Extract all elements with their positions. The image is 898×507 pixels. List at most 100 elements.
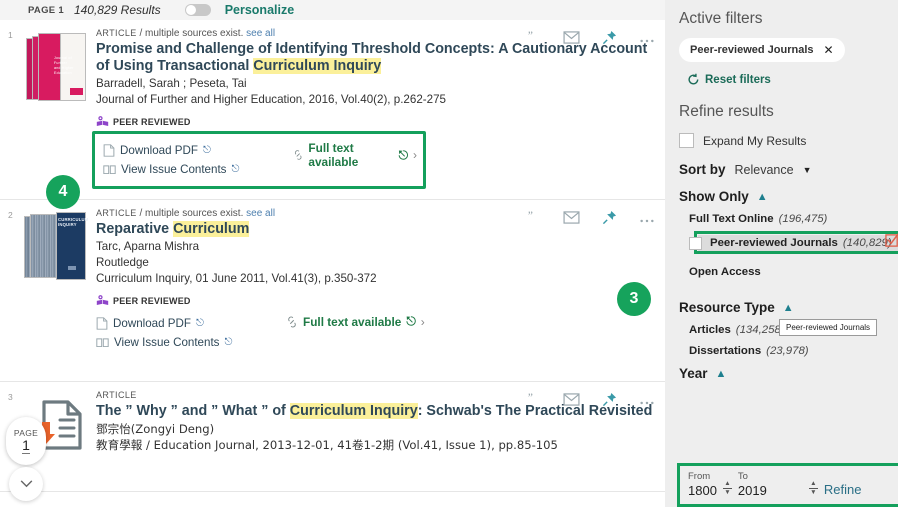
- year-refine-button[interactable]: Refine: [824, 482, 862, 497]
- chevron-up-icon[interactable]: ▲: [757, 191, 768, 203]
- facet-label: Dissertations: [689, 345, 762, 357]
- cite-quote-icon[interactable]: ”: [527, 209, 541, 230]
- year-from-label: From: [688, 471, 711, 482]
- personalize-toggle[interactable]: [184, 4, 211, 16]
- page-scroll-indicator[interactable]: PAGE 1: [6, 417, 46, 501]
- full-text-available-link[interactable]: Full text available ⎋ ›: [286, 314, 425, 329]
- stepper-down-icon[interactable]: ▼: [724, 489, 730, 496]
- resource-type-label: ARTICLE: [96, 390, 137, 400]
- result-publisher: Routledge: [96, 256, 149, 269]
- view-issue-contents-link[interactable]: View Issue Contents ⎋: [103, 160, 293, 179]
- result-action-icons: ”: [527, 29, 655, 50]
- year-to-value[interactable]: 2019: [738, 483, 767, 498]
- more-options-icon[interactable]: [639, 211, 655, 229]
- result-source: 教育學報 / Education Journal, 2013-12-01, 41…: [96, 438, 558, 452]
- year-section-header[interactable]: Year ▲: [679, 366, 898, 381]
- pin-icon[interactable]: [602, 392, 617, 412]
- result-thumbnail[interactable]: Journal of Further and Higher Education: [24, 28, 96, 191]
- full-text-label: Full text available: [308, 141, 359, 169]
- year-to-stepper[interactable]: ▲ ▼: [808, 480, 818, 496]
- page-indicator-label: PAGE 1: [28, 4, 64, 16]
- facet-dissertations[interactable]: Dissertations (23,978): [689, 345, 898, 357]
- chevron-up-icon[interactable]: ▲: [783, 302, 794, 314]
- sort-by-label: Sort by: [679, 162, 726, 177]
- facet-peer-reviewed-journals[interactable]: Peer-reviewed Journals (140,829): [689, 231, 898, 254]
- email-icon[interactable]: [563, 393, 580, 411]
- stepper-down-icon[interactable]: ▼: [810, 489, 816, 496]
- page-down-button[interactable]: [9, 467, 43, 501]
- results-topbar: PAGE 1 140,829 Results Personalize: [0, 0, 665, 20]
- refine-results-title: Refine results: [679, 103, 774, 120]
- chevron-down-icon: [20, 480, 32, 488]
- see-all-link[interactable]: see all: [246, 28, 275, 39]
- personalize-label[interactable]: Personalize: [225, 3, 294, 17]
- result-links-left: Download PDF ⎋ View Issue Contents ⎋: [96, 314, 286, 352]
- year-from-field[interactable]: From 1800: [688, 471, 717, 498]
- sort-by-value[interactable]: Relevance: [735, 163, 794, 177]
- kicker-sources: / multiple sources exist.: [139, 28, 244, 39]
- email-icon[interactable]: [563, 31, 580, 49]
- view-issue-contents-link[interactable]: View Issue Contents ⎋: [96, 333, 286, 352]
- chevron-down-icon[interactable]: ▼: [803, 165, 812, 175]
- download-pdf-link[interactable]: Download PDF ⎋: [96, 314, 286, 333]
- journal-cover-icon: Journal of Further and Higher Education: [24, 30, 90, 106]
- toggle-knob: [185, 5, 196, 15]
- kicker-sources: / multiple sources exist.: [139, 208, 244, 219]
- pin-icon[interactable]: [602, 30, 617, 50]
- peer-reviewed-label: PEER REVIEWED: [113, 295, 191, 306]
- journal-cover-icon: CURRICULUM INQUIRY: [24, 210, 90, 286]
- page-pill[interactable]: PAGE 1: [6, 417, 46, 465]
- more-options-icon[interactable]: [639, 393, 655, 411]
- result-actions: Download PDF ⎋ View Issue Contents ⎋ Ful…: [96, 310, 653, 352]
- result-item-1[interactable]: 1 Journal of Further and Higher Education A…: [0, 20, 665, 209]
- facet-checkbox[interactable]: [689, 236, 702, 250]
- result-thumbnail[interactable]: CURRICULUM INQUIRY: [24, 208, 96, 373]
- title-text: Reparative: [96, 221, 174, 237]
- year-from-stepper[interactable]: ▲ ▼: [722, 480, 732, 496]
- result-item-3[interactable]: 3 ARTICLE The ” Why ” and ” What ” of Cu: [0, 382, 665, 492]
- expand-my-results-label: Expand My Results: [703, 133, 807, 148]
- cite-quote-icon[interactable]: ”: [527, 391, 541, 412]
- download-pdf-link[interactable]: Download PDF ⎋: [103, 141, 293, 160]
- resource-type-section-header[interactable]: Resource Type ▲: [679, 300, 898, 315]
- results-column: PAGE 1 140,829 Results Personalize 1 Jou…: [0, 0, 665, 507]
- stepper-up-icon[interactable]: ▲: [724, 480, 730, 487]
- facet-full-text-online[interactable]: Full Text Online (196,475): [689, 213, 898, 225]
- title-highlight: Curriculum: [173, 221, 250, 237]
- cite-quote-icon[interactable]: ”: [527, 29, 541, 50]
- result-source: Journal of Further and Higher Education,…: [96, 93, 446, 106]
- external-link-icon: ⎋: [398, 147, 408, 162]
- sort-by-control[interactable]: Sort by Relevance ▼: [679, 162, 898, 177]
- stepper-up-icon[interactable]: ▲: [810, 480, 816, 487]
- year-from-value[interactable]: 1800: [688, 483, 717, 498]
- year-range-box: From 1800 ▲ ▼ To 2019 ▲ ▼ Refine: [677, 463, 898, 507]
- close-icon[interactable]: ✕: [824, 43, 834, 57]
- pin-icon[interactable]: [602, 210, 617, 230]
- active-filter-chip[interactable]: Peer-reviewed Journals ✕: [679, 38, 845, 62]
- full-text-label: Full text available: [303, 314, 402, 329]
- reset-filters-button[interactable]: Reset filters: [687, 73, 898, 86]
- title-text: The ” Why ” and ” What ” of: [96, 403, 290, 419]
- result-source: Curriculum Inquiry, 01 June 2011, Vol.41…: [96, 272, 377, 285]
- show-only-section-header[interactable]: Show Only ▲: [679, 189, 898, 204]
- download-pdf-label: Download PDF: [120, 144, 198, 157]
- result-authors: 鄧宗怡(Zongyi Deng): [96, 422, 215, 436]
- result-index: 2: [8, 210, 13, 220]
- facet-count: (134,258): [735, 324, 785, 336]
- more-options-icon[interactable]: [639, 31, 655, 49]
- year-to-field[interactable]: To 2019: [738, 471, 767, 498]
- full-text-available-link[interactable]: Full text available ⎋ ›: [293, 141, 417, 169]
- expand-my-results-row[interactable]: Expand My Results: [679, 133, 898, 148]
- result-item-2[interactable]: 2 CURRICULUM INQUIRY ARTICLE / multiple s…: [0, 200, 665, 382]
- expand-my-results-checkbox[interactable]: [679, 133, 694, 148]
- peer-reviewed-icon: [96, 295, 109, 305]
- result-links-left: Download PDF ⎋ View Issue Contents ⎋: [103, 141, 293, 179]
- chevron-up-icon[interactable]: ▲: [716, 368, 727, 380]
- svg-text:”: ”: [528, 211, 533, 222]
- results-count: 140,829 Results: [73, 3, 161, 17]
- email-icon[interactable]: [563, 211, 580, 229]
- page-pill-number: 1: [22, 437, 30, 454]
- facet-open-access[interactable]: Open Access: [689, 266, 898, 278]
- svg-text:”: ”: [528, 393, 533, 404]
- see-all-link[interactable]: see all: [246, 208, 275, 219]
